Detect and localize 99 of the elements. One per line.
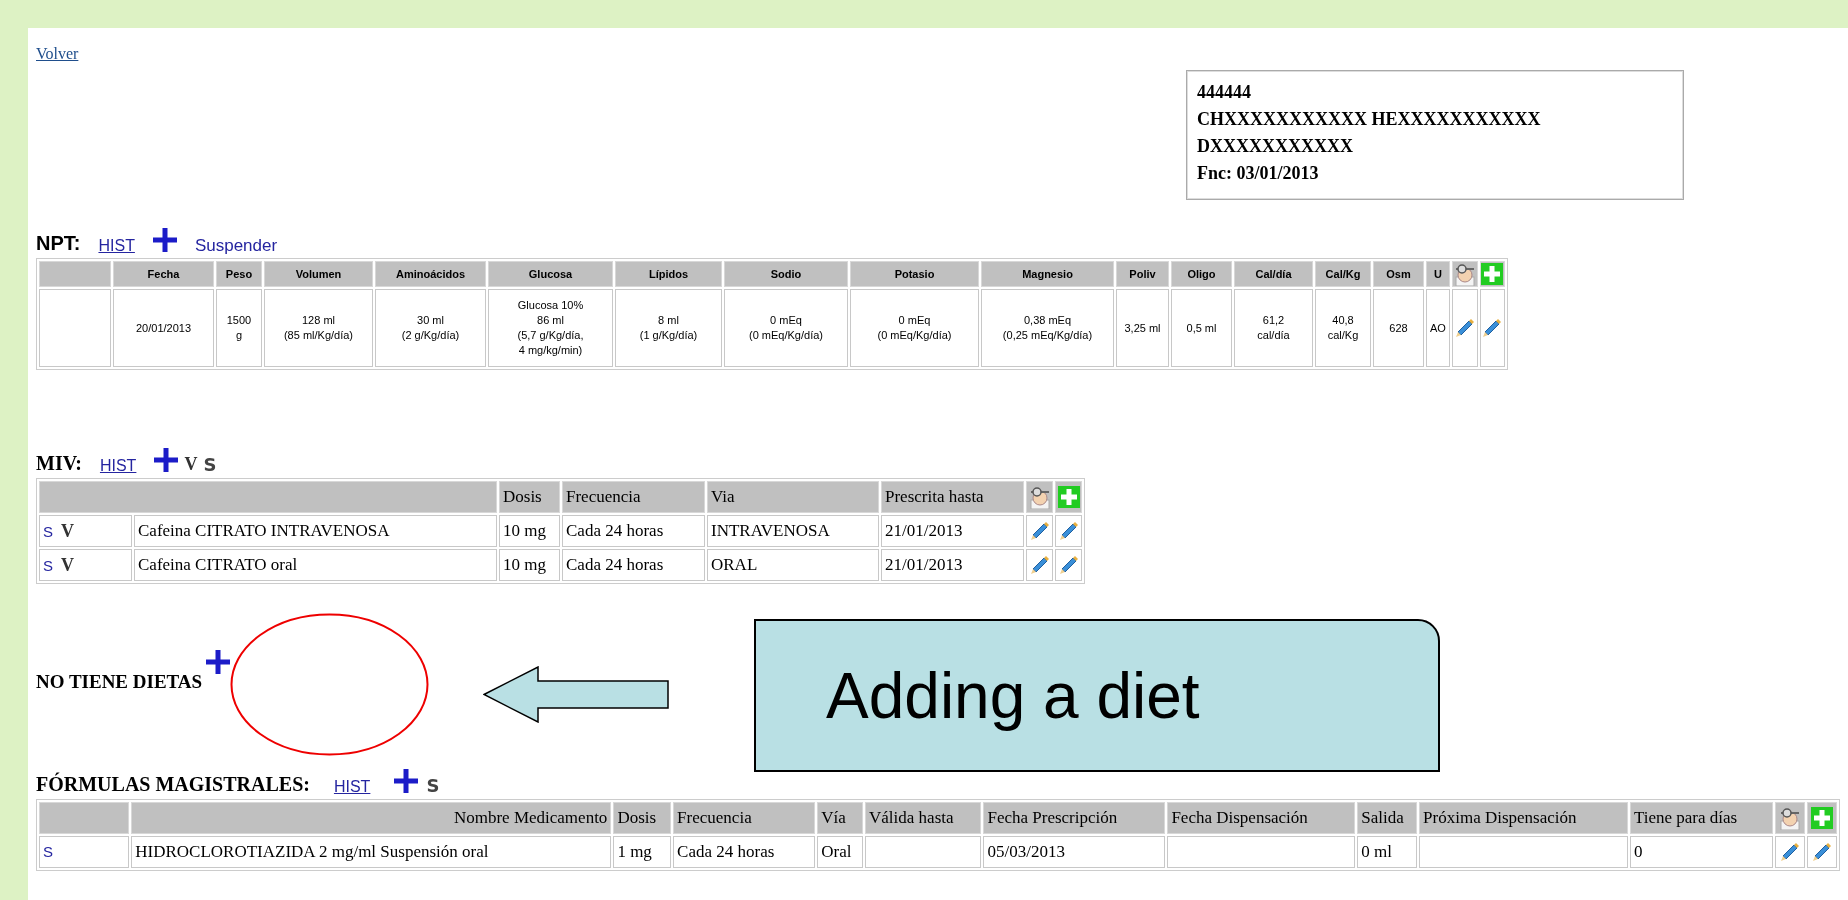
section-title: NO TIENE DIETAS: [36, 670, 203, 694]
table-header: Salida: [1357, 801, 1418, 834]
v-action[interactable]: V: [184, 451, 198, 478]
s-link[interactable]: S: [43, 522, 53, 540]
s-link[interactable]: S: [43, 556, 53, 574]
plus-icon[interactable]: [206, 650, 231, 674]
table-cell: 61,2 cal/día: [1234, 289, 1313, 367]
table-header: Fecha: [113, 261, 214, 287]
table-header: Frecuencia: [562, 481, 705, 513]
doctor-icon: [1027, 485, 1052, 509]
table-cell: 21/01/2013: [881, 515, 1024, 547]
table-cell: 1 mg: [613, 835, 672, 868]
table-header: Fecha Dispensación: [1167, 801, 1356, 834]
doctor-icon: [1452, 262, 1477, 286]
table-cell: 628: [1373, 289, 1424, 367]
table-header: Potasio: [850, 261, 979, 287]
plus-icon[interactable]: [394, 768, 419, 793]
table-cell: 21/01/2013: [881, 549, 1024, 581]
table-header: Lípidos: [615, 261, 722, 287]
pencil-icon[interactable]: [1028, 520, 1051, 542]
table-cell: 05/03/2013: [983, 835, 1166, 868]
plus-icon[interactable]: [152, 228, 177, 252]
suspend-link[interactable]: Suspender: [194, 232, 278, 258]
pencil-icon[interactable]: [1453, 317, 1476, 339]
s-action[interactable]: S: [203, 451, 217, 478]
table-cell: 0 mEq (0 mEq/Kg/día): [724, 289, 848, 367]
hist-link[interactable]: HIST: [333, 774, 371, 799]
back-link[interactable]: Volver: [36, 45, 79, 62]
table-cell: Cada 24 horas: [673, 835, 816, 868]
table-cell: 20/01/2013: [113, 289, 214, 367]
table-cell: Cada 24 horas: [562, 549, 705, 581]
table-header: Via: [707, 481, 879, 513]
hist-link[interactable]: HIST: [98, 234, 135, 258]
table-header: Prescrita hasta: [881, 481, 1024, 513]
table-cell: 3,25 ml: [1116, 289, 1169, 367]
table-header: Poliv: [1116, 261, 1169, 287]
table-cell: 1500 g: [216, 289, 262, 367]
table-header: Oligo: [1171, 261, 1232, 287]
plus-icon[interactable]: [154, 448, 179, 472]
table-cell: 128 ml (85 ml/Kg/día): [264, 289, 373, 367]
table-header: Dosis: [613, 801, 672, 834]
table-header: Válida hasta: [865, 801, 982, 834]
table-cell: 0,5 ml: [1171, 289, 1232, 367]
s-link[interactable]: S: [43, 842, 53, 860]
table-header: Nombre Medicamento: [131, 801, 612, 834]
patient-name: CHXXXXXXXXXXX HEXXXXXXXXXXX: [1197, 108, 1542, 131]
table-header: Magnesio: [981, 261, 1114, 287]
patient-surname: DXXXXXXXXXXX: [1197, 135, 1354, 158]
table-header: Osm: [1373, 261, 1424, 287]
v-link[interactable]: V: [61, 520, 74, 541]
pencil-icon[interactable]: [1811, 840, 1833, 863]
pencil-icon[interactable]: [1057, 554, 1080, 576]
section-title: NPT:: [36, 231, 81, 256]
table-header: [39, 261, 111, 287]
hist-link[interactable]: HIST: [99, 454, 137, 478]
table-cell: 10 mg: [499, 515, 560, 547]
table-cell: AO: [1426, 289, 1450, 367]
pencil-icon[interactable]: [1481, 317, 1504, 339]
table-cell: 40,8 cal/Kg: [1315, 289, 1371, 367]
table-cell: Glucosa 10% 86 ml (5,7 g/Kg/día, 4 mg/kg/min): [488, 289, 613, 367]
doctor-icon: [1778, 805, 1803, 830]
table-header: Fecha Prescripción: [983, 801, 1166, 834]
table-header: Volumen: [264, 261, 373, 287]
table-cell: Cafeina CITRATO INTRAVENOSA: [134, 515, 497, 547]
table-cell: 10 mg: [499, 549, 560, 581]
table-header: Glucosa: [488, 261, 613, 287]
table-header: Cal/día: [1234, 261, 1313, 287]
section-title: MIV:: [36, 451, 82, 476]
table-cell: 0: [1629, 835, 1774, 868]
table-header: Dosis: [499, 481, 560, 513]
table-header: Cal/Kg: [1315, 261, 1371, 287]
table-header: U: [1426, 261, 1450, 287]
table-header: Frecuencia: [673, 801, 816, 834]
table-cell: INTRAVENOSA: [707, 515, 879, 547]
s-action[interactable]: S: [426, 771, 440, 799]
table-header: Próxima Dispensación: [1419, 801, 1628, 834]
table-cell: Cafeina CITRATO oral: [134, 549, 497, 581]
pencil-icon[interactable]: [1779, 840, 1802, 863]
table-header: Aminoácidos: [375, 261, 486, 287]
table-header: Peso: [216, 261, 262, 287]
callout-box: Adding a diet: [754, 619, 1440, 772]
birth-date: Fnc: 03/01/2013: [1197, 162, 1320, 185]
pencil-icon[interactable]: [1057, 520, 1080, 542]
pencil-icon[interactable]: [1028, 554, 1051, 576]
table-cell: 30 ml (2 g/Kg/día): [375, 289, 486, 367]
table-cell: 8 ml (1 g/Kg/día): [615, 289, 722, 367]
table-cell: Cada 24 horas: [562, 515, 705, 547]
table-cell: Oral: [817, 835, 864, 868]
table-cell: 0 ml: [1357, 835, 1418, 868]
table-header: Vía: [817, 801, 864, 834]
table-cell: 0,38 mEq (0,25 mEq/Kg/día): [981, 289, 1114, 367]
table-cell: ORAL: [707, 549, 879, 581]
table-header: Tiene para días: [1629, 801, 1774, 834]
patient-id: 444444: [1197, 81, 1252, 104]
table-cell: 0 mEq (0 mEq/Kg/día): [850, 289, 979, 367]
table-header: Sodio: [724, 261, 848, 287]
section-title: FÓRMULAS MAGISTRALES:: [36, 771, 310, 797]
table-cell: HIDROCLOROTIAZIDA 2 mg/ml Suspensión oral: [131, 835, 612, 868]
v-link[interactable]: V: [61, 554, 74, 575]
